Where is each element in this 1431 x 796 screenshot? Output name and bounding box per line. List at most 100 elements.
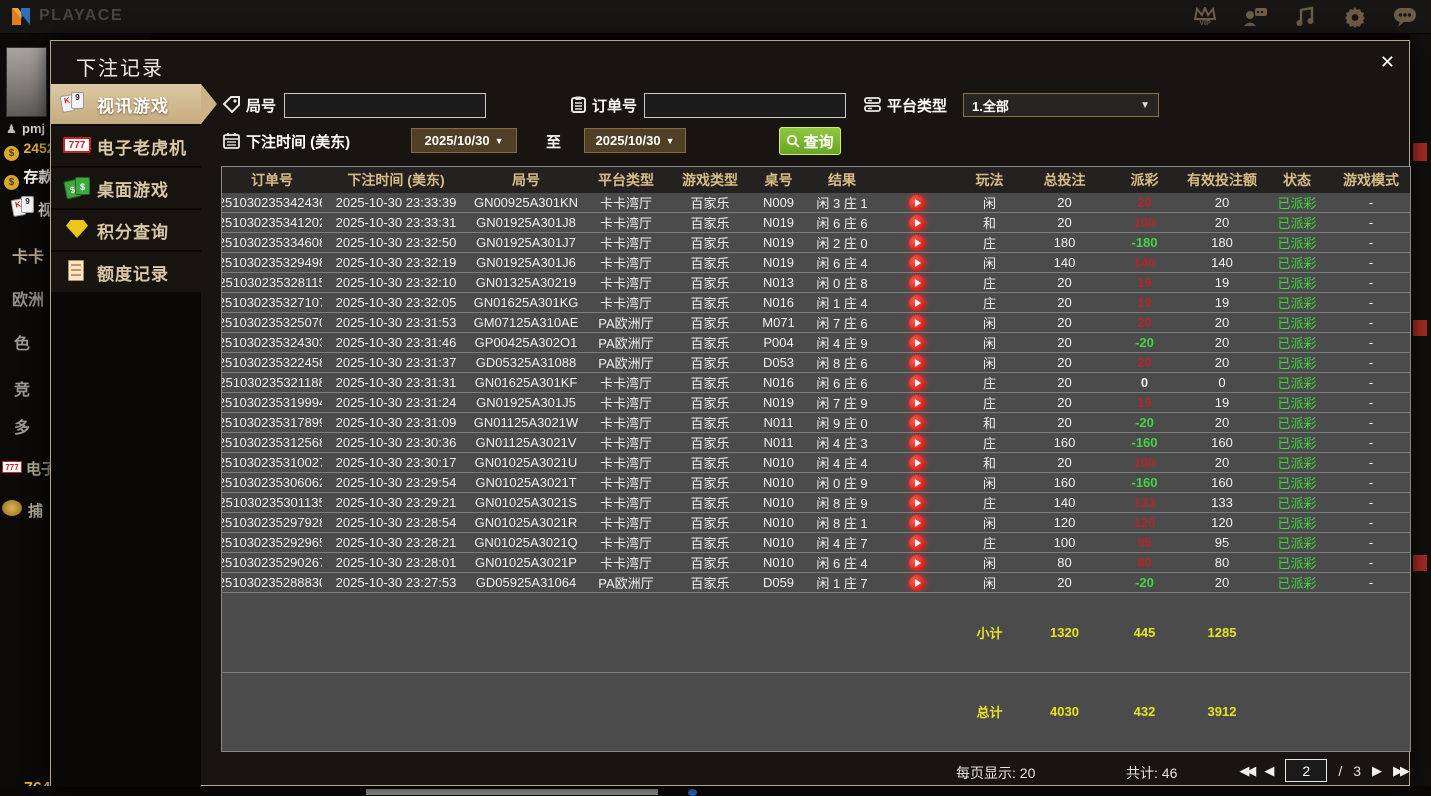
cell-table-no: D053 (762, 355, 795, 370)
music-icon[interactable] (1291, 3, 1319, 31)
tab-slot-machines[interactable]: 777 电子老虎机 (51, 126, 201, 166)
cell-game-mode: - (1368, 475, 1374, 490)
cell-platform: 卡卡湾厅 (599, 196, 652, 211)
cell-order: 251030235342436 (222, 195, 322, 210)
chat-icon[interactable] (1391, 3, 1419, 31)
cell-platform: 卡卡湾厅 (599, 416, 652, 431)
cell-game-type: 百家乐 (690, 276, 730, 291)
replay-play-button[interactable] (909, 274, 925, 291)
lobby-bottom-dot (688, 789, 697, 796)
cell-bet-side: 闲 (982, 196, 996, 211)
table-row: 251030235312568 2025-10-30 23:30:36 GN01… (222, 432, 1410, 452)
replay-play-button[interactable] (909, 314, 925, 331)
replay-play-button[interactable] (909, 374, 925, 391)
cell-valid-bet: 20 (1214, 335, 1230, 350)
replay-play-button[interactable] (909, 574, 925, 591)
table-row: 251030235292965 2025-10-30 23:28:21 GN01… (222, 532, 1410, 552)
cell-valid-bet: 20 (1214, 355, 1230, 370)
cell-time: 2025-10-30 23:31:09 (335, 415, 457, 430)
tab-points-query[interactable]: 积分查询 (51, 210, 201, 250)
replay-play-button[interactable] (909, 334, 925, 351)
support-icon[interactable] (1241, 3, 1269, 31)
round-number-input[interactable] (284, 93, 486, 118)
search-icon (787, 134, 801, 148)
order-number-input[interactable] (644, 93, 846, 118)
cell-valid-bet: 20 (1214, 455, 1230, 470)
tab-quota-records[interactable]: 额度记录 (51, 252, 201, 292)
game-badge-fragment (1413, 143, 1427, 161)
lobby-bottom-bar (0, 786, 1431, 796)
replay-play-button[interactable] (909, 474, 925, 491)
table-row: 251030235342436 2025-10-30 23:33:39 GN00… (222, 193, 1410, 212)
cell-round: GN01125A3021W (473, 415, 579, 430)
last-page-button[interactable]: ▶▶ (1393, 763, 1410, 779)
cell-platform: 卡卡湾厅 (599, 276, 652, 291)
game-badge-fragment (1413, 555, 1427, 571)
vip-icon[interactable]: VIP (1191, 3, 1219, 31)
settings-gear-icon[interactable] (1341, 3, 1369, 31)
cell-platform: 卡卡湾厅 (599, 436, 652, 451)
table-row: 251030235328115 2025-10-30 23:32:10 GN01… (222, 272, 1410, 292)
replay-play-button[interactable] (909, 354, 925, 371)
lobby-item-kaka[interactable]: 卡卡 (12, 243, 44, 267)
replay-play-button[interactable] (909, 514, 925, 531)
order-number-label: 订单号 (592, 98, 638, 115)
replay-play-button[interactable] (909, 194, 925, 211)
cell-game-type: 百家乐 (690, 456, 730, 471)
cell-platform: PA欧洲厅 (598, 316, 654, 331)
search-button[interactable]: 查询 (779, 127, 841, 155)
cell-game-mode: - (1368, 415, 1374, 430)
replay-play-button[interactable] (909, 534, 925, 551)
replay-play-button[interactable] (909, 414, 925, 431)
pagination-bar: 每页显示: 20 共计: 46 ◀◀ ◀ 2 / 3 ▶ ▶▶ (221, 755, 1411, 787)
cell-payout: 19 (1137, 295, 1152, 310)
cell-payout: 120 (1133, 515, 1156, 530)
prev-page-button[interactable]: ◀ (1264, 763, 1274, 779)
lobby-item-se[interactable]: 色 (14, 330, 30, 354)
cell-game-mode: - (1368, 335, 1374, 350)
cell-game-type: 百家乐 (690, 536, 730, 551)
cell-platform: 卡卡湾厅 (599, 236, 652, 251)
cell-total-bet: 20 (1057, 375, 1072, 390)
replay-play-button[interactable] (909, 234, 925, 251)
lobby-item-jing[interactable]: 竞 (14, 376, 30, 400)
date-from-picker[interactable]: 2025/10/30 ▼ (411, 128, 517, 153)
replay-play-button[interactable] (909, 394, 925, 411)
bet-records-table: 订单号 下注时间 (美东) 局号 平台类型 游戏类型 桌号 结果 玩法 总投注 … (221, 166, 1411, 752)
replay-play-button[interactable] (909, 554, 925, 571)
header-valid-bet: 有效投注额 (1187, 172, 1257, 188)
subtotal-row: 小计 1320 445 1285 (222, 592, 1410, 672)
lobby-item-duo[interactable]: 多 (14, 414, 30, 438)
cell-round: GD05325A31088 (475, 355, 577, 370)
lobby-item-fish[interactable]: 捕 (28, 500, 43, 521)
cell-payout: -160 (1131, 475, 1158, 490)
cell-total-bet: 80 (1057, 555, 1072, 570)
cell-game-type: 百家乐 (690, 376, 730, 391)
cell-game-mode: - (1368, 575, 1374, 590)
replay-play-button[interactable] (909, 434, 925, 451)
replay-play-button[interactable] (909, 214, 925, 231)
date-to-picker[interactable]: 2025/10/30 ▼ (584, 128, 686, 153)
platform-type-select[interactable]: 1.全部 ▼ (963, 93, 1159, 117)
cell-time: 2025-10-30 23:27:53 (335, 575, 457, 590)
replay-play-button[interactable] (909, 294, 925, 311)
lobby-item-europe[interactable]: 欧洲 (12, 286, 44, 310)
cell-game-type: 百家乐 (690, 196, 730, 211)
next-page-button[interactable]: ▶ (1372, 763, 1382, 779)
page-number-input[interactable]: 2 (1285, 759, 1328, 782)
replay-play-button[interactable] (909, 494, 925, 511)
cell-payout: -20 (1135, 415, 1154, 430)
replay-play-button[interactable] (909, 254, 925, 271)
cell-game-mode: - (1368, 275, 1374, 290)
tab-table-games[interactable]: $ $ 桌面游戏 (51, 168, 201, 208)
replay-play-button[interactable] (909, 454, 925, 471)
cell-table-no: N009 (762, 195, 795, 210)
close-icon[interactable]: ✕ (1380, 52, 1395, 73)
tab-video-games[interactable]: K 9 视讯游戏 (51, 84, 217, 124)
first-page-button[interactable]: ◀◀ (1239, 763, 1256, 779)
cell-bet-side: 闲 (982, 516, 996, 531)
deposit-button[interactable]: $ 存款 (4, 166, 53, 190)
slot-777-icon: 777 (63, 137, 91, 153)
cell-game-type: 百家乐 (690, 236, 730, 251)
cell-game-mode: - (1368, 515, 1374, 530)
